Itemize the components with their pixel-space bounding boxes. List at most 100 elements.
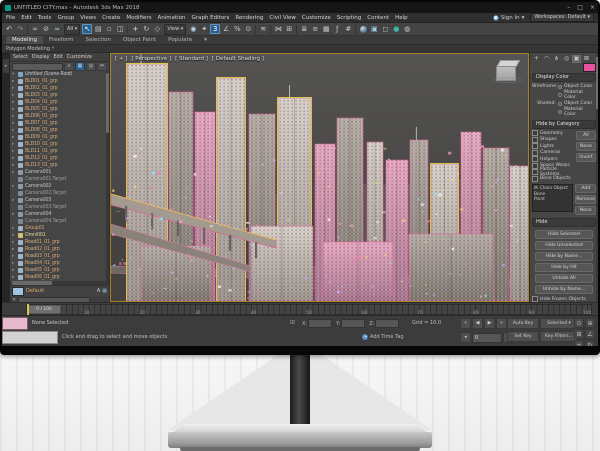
expander-icon[interactable]: ▸ [12, 233, 16, 238]
menu-rendering[interactable]: Rendering [235, 15, 263, 21]
zoom-icon[interactable]: ⊙ [574, 318, 584, 328]
tree-row-camera004.target[interactable]: Camera004.Target [10, 218, 109, 225]
viewcube[interactable] [496, 60, 518, 80]
select-and-rotate-icon[interactable]: ↻ [141, 24, 151, 34]
menu-help[interactable]: Help [395, 15, 408, 21]
layer-color-swatch[interactable] [12, 287, 24, 296]
expander-icon[interactable]: ▸ [12, 212, 16, 217]
close-button[interactable]: × [590, 4, 595, 11]
layer-grid-icon[interactable]: ▦ [102, 288, 107, 294]
tree-row-bld04_01_grp[interactable]: ▸BLD04_01_grp [10, 99, 109, 106]
display-toggle-icon[interactable]: ▦ [75, 62, 85, 71]
viewport-menu-general[interactable]: [ + ] [115, 56, 127, 62]
set-key-button[interactable]: Set Key [507, 331, 539, 342]
expander-icon[interactable]: ▸ [12, 114, 16, 119]
expander-icon[interactable]: ▸ [12, 121, 16, 126]
layer-manager-icon[interactable]: ≡ [310, 24, 320, 34]
maxscript-mini-listener-pink[interactable] [2, 317, 28, 330]
workspaces-dropdown[interactable]: Workspaces: Default ▾ [530, 13, 594, 22]
coord-field-y[interactable] [341, 319, 365, 328]
render-iterative-icon[interactable]: ◍ [402, 24, 412, 34]
expander-icon[interactable]: ▸ [12, 184, 16, 189]
named-selection-icon[interactable]: ≋ [258, 24, 268, 34]
toggle-scene-explorer-icon[interactable]: ≣ [299, 24, 309, 34]
ribbon-tab-object-paint[interactable]: Object Paint [117, 36, 162, 44]
menu-file[interactable]: File [6, 15, 15, 21]
tree-row-bld09_01_grp[interactable]: ▸BLD09_01_grp [10, 134, 109, 141]
tree-row-road03_01_grp[interactable]: ▸Road03_01_grp [10, 253, 109, 260]
rectangular-selection-icon[interactable]: ▫ [104, 24, 114, 34]
menu-civil-view[interactable]: Civil View [269, 15, 295, 21]
viewcube-ring[interactable] [494, 77, 522, 83]
hide-selectedbutton[interactable]: Hide Selected [535, 230, 593, 239]
expander-icon[interactable]: ▸ [12, 135, 16, 140]
rollout-hide[interactable]: Hide [532, 218, 596, 227]
expander-icon[interactable]: ▸ [12, 268, 16, 273]
minimize-button[interactable]: – [567, 4, 570, 11]
expander-icon[interactable]: ▸ [12, 240, 16, 245]
tree-row-bld08_01_grp[interactable]: ▸BLD08_01_grp [10, 127, 109, 134]
rollout-display-color[interactable]: Display Color [532, 73, 596, 82]
undo-icon[interactable]: ↶ [4, 24, 14, 34]
material-editor-icon[interactable] [358, 24, 368, 34]
tree-row-road05_01_grp[interactable]: ▸Road05_01_grp [10, 267, 109, 274]
expander-icon[interactable]: ▸ [12, 86, 16, 91]
zoom-extents-icon[interactable]: ⊞ [574, 329, 584, 339]
polygon-modeling-panel[interactable]: Polygon Modeling [6, 46, 50, 52]
bind-to-spacewarp-icon[interactable]: ≈ [52, 24, 62, 34]
expander-icon[interactable]: ▸ [12, 275, 16, 280]
select-and-link-icon[interactable]: ∞ [30, 24, 40, 34]
explorer-vertical-scrollbar[interactable] [106, 71, 109, 281]
tree-row-bld05_01_grp[interactable]: ▸BLD05_01_grp [10, 106, 109, 113]
tree-row-bld11_01_grp[interactable]: ▸BLD11_01_grp [10, 148, 109, 155]
time-ruler[interactable]: 0102030405060708090100 [26, 304, 592, 315]
expander-icon[interactable]: ▸ [12, 128, 16, 133]
none-list-button[interactable]: None [575, 206, 596, 215]
unhide-by-name-button[interactable]: Unhide by Name... [535, 285, 593, 294]
viewport-menu-renderer[interactable]: [ Standard ] [175, 56, 208, 62]
all-button[interactable]: All [576, 131, 596, 140]
render-production-icon[interactable]: ● [391, 24, 401, 34]
check-bone-objects[interactable]: Bone Objects [532, 176, 576, 183]
select-and-move-icon[interactable]: + [130, 24, 140, 34]
expander-icon[interactable]: ▸ [12, 170, 16, 175]
tab-hierarchy-icon[interactable]: ⋔ [552, 55, 561, 63]
tree-row-bld06_01_grp[interactable]: ▸BLD06_01_grp [10, 113, 109, 120]
viewport-menu-shading[interactable]: [ Default Shading ] [212, 56, 264, 62]
play-icon[interactable]: ▶ [484, 318, 495, 329]
tree-row-group01[interactable]: ▸Group01 [10, 225, 109, 232]
expander-icon[interactable]: ▸ [12, 254, 16, 259]
select-object-icon[interactable]: ↖ [82, 24, 92, 34]
tree-row-camera003[interactable]: ▸Camera003 [10, 197, 109, 204]
radio-material-color[interactable]: Material Color [558, 90, 596, 100]
unhide-allbutton[interactable]: Unhide All [535, 274, 593, 283]
radio-object-color[interactable]: Object Color [558, 101, 596, 106]
time-slider-handle[interactable]: 0 / 100 [27, 305, 61, 314]
explorer-menu-select[interactable]: Select [13, 55, 28, 60]
snaps-toggle-icon[interactable]: 3 [210, 24, 220, 34]
mirror-icon[interactable]: ⋈ [273, 24, 283, 34]
zoom-all-icon[interactable]: ⊕ [585, 318, 595, 328]
search-icon[interactable]: ⌕ [64, 62, 74, 71]
tab-create-icon[interactable]: + [532, 55, 541, 63]
auto-key-button[interactable]: Auto Key [507, 318, 539, 329]
expander-icon[interactable]: ▸ [12, 149, 16, 154]
selection-filter-dropdown[interactable]: All ▾ [64, 24, 80, 35]
maximize-button[interactable]: □ [577, 4, 583, 11]
explorer-menu-display[interactable]: Display [32, 55, 50, 60]
menu-scripting[interactable]: Scripting [337, 15, 361, 21]
tree-row-road06_01_grp[interactable]: ▸Road06_01_grp [10, 274, 109, 281]
viewport-layout-tabs[interactable]: ▸ [2, 53, 10, 302]
tree-row-camera004[interactable]: ▸Camera004 [10, 211, 109, 218]
auto-layer-icon[interactable]: A [97, 288, 100, 294]
remove-button[interactable]: Remove [575, 195, 596, 204]
tab-modify-icon[interactable]: ◠ [542, 55, 551, 63]
align-icon[interactable]: ⊞ [284, 24, 294, 34]
hide-by-hitbutton[interactable]: Hide by Hit [535, 263, 593, 272]
menu-group[interactable]: Group [57, 15, 74, 21]
spinner-snap-icon[interactable]: ⊙ [243, 24, 253, 34]
maxscript-mini-listener-white[interactable] [2, 331, 58, 344]
viewport-menu-pov[interactable]: [ Perspective ] [131, 56, 171, 62]
rendered-frame-icon[interactable]: ◻ [380, 24, 390, 34]
toggle-ribbon-icon[interactable]: ▦ [321, 24, 331, 34]
